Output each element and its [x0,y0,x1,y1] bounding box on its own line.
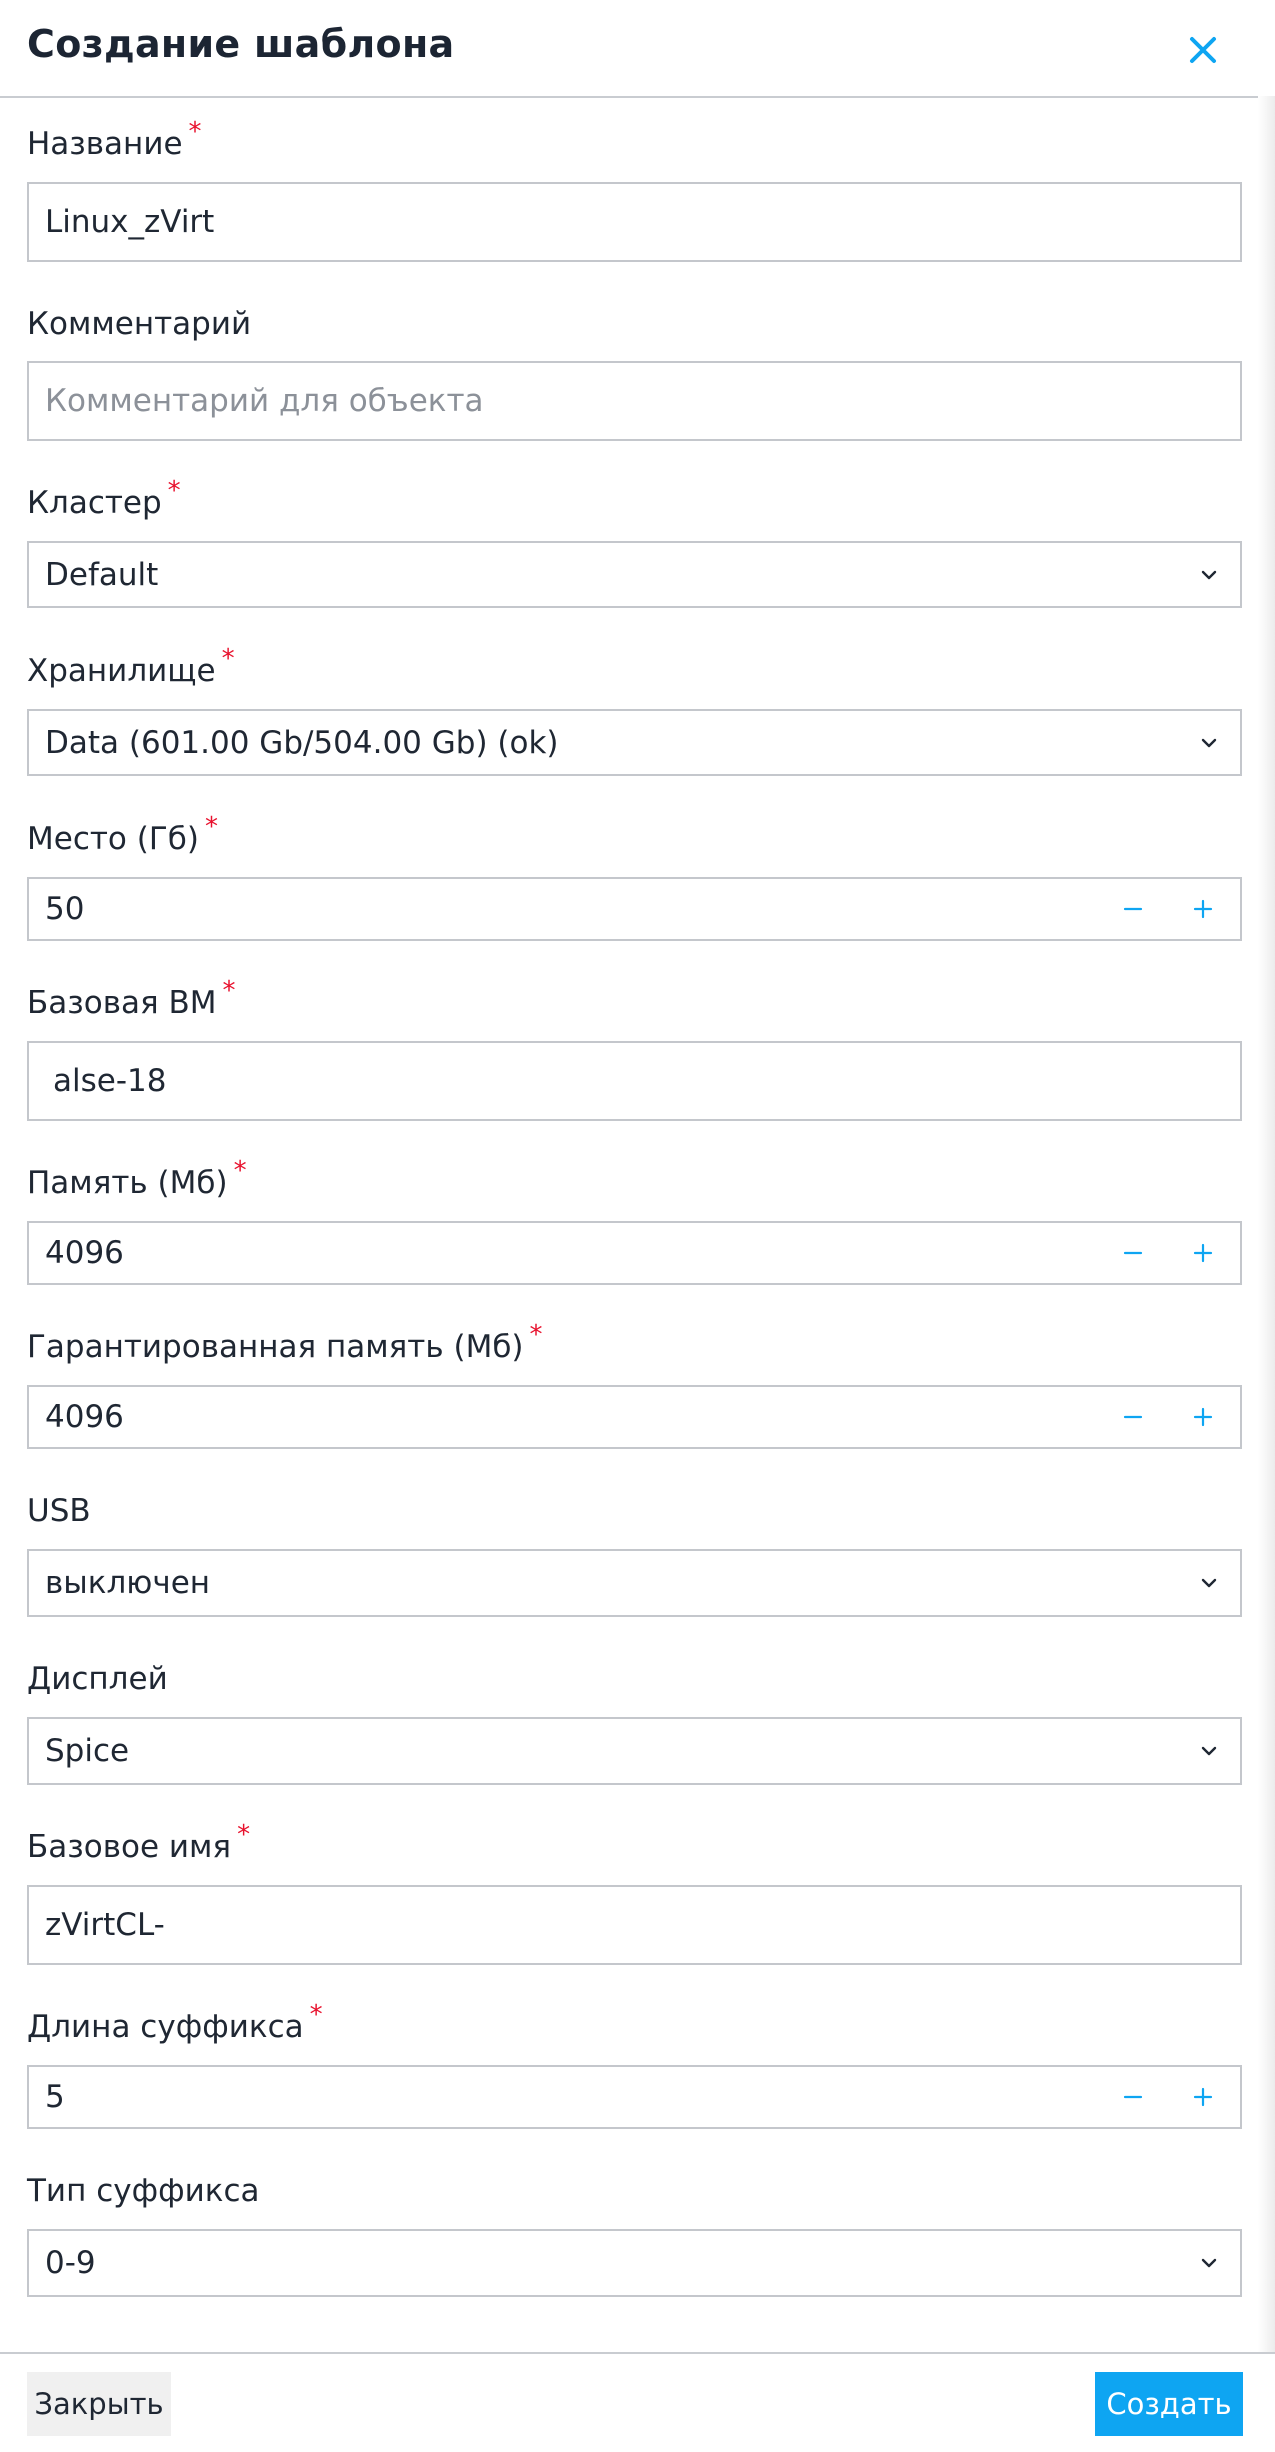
usb-label: USB [27,1493,91,1529]
chevron-down-icon [1201,1746,1217,1756]
create-button[interactable]: Создать [1095,2372,1243,2436]
dialog-footer: Закрыть Создать [0,2352,1275,2452]
minus-icon[interactable] [1122,898,1144,920]
minus-icon[interactable] [1122,1406,1144,1428]
guaranteed-memory-label: Гарантированная память (Мб) * [27,1320,543,1365]
suffix-type-select-value: 0-9 [45,2245,96,2281]
display-select[interactable]: Spice [27,1717,1242,1785]
cluster-select[interactable]: Default [27,541,1242,608]
guaranteed-memory-stepper-value: 4096 [45,1399,124,1435]
storage-select-value: Data (601.00 Gb/504.00 Gb) (ok) [45,724,559,761]
name-input[interactable]: Linux_zVirt [27,182,1242,262]
plus-icon[interactable] [1192,1406,1214,1428]
memory-label: Память (Мб) * [27,1156,247,1201]
required-marker: * [529,1320,543,1350]
required-marker: * [237,1820,251,1850]
comment-input-placeholder: Комментарий для объекта [45,383,484,419]
space-stepper-value: 50 [45,891,85,927]
close-icon[interactable] [1183,30,1223,70]
base-name-label: Базовое имя * [27,1820,251,1865]
base-vm-input-value: alse-18 [53,1063,167,1099]
chevron-down-icon [1201,738,1217,747]
comment-input[interactable]: Комментарий для объекта [27,361,1242,441]
storage-select[interactable]: Data (601.00 Gb/504.00 Gb) (ok) [27,709,1242,776]
usb-select-value: выключен [45,1565,211,1601]
chevron-down-icon [1201,1578,1217,1588]
dialog-title: Создание шаблона [27,22,455,66]
name-input-value: Linux_zVirt [45,204,215,240]
required-marker: * [233,1156,247,1186]
base-vm-input[interactable]: alse-18 [27,1041,1242,1121]
minus-icon[interactable] [1122,1242,1144,1264]
memory-stepper-value: 4096 [45,1235,124,1271]
name-label: Название * [27,117,202,162]
display-label: Дисплей [27,1661,168,1697]
base-name-input[interactable]: zVirtCL- [27,1885,1242,1965]
scrollbar-track [1258,96,1275,2352]
chevron-down-icon [1201,570,1217,579]
required-marker: * [167,476,181,506]
base-vm-label: Базовая ВМ * [27,976,236,1021]
memory-stepper[interactable]: 4096 [27,1221,1242,1285]
chevron-down-icon [1201,2258,1217,2268]
required-marker: * [309,2000,323,2030]
required-marker: * [204,812,218,842]
suffix-length-label: Длина суффикса * [27,2000,323,2045]
suffix-type-label: Тип суффикса [27,2173,260,2209]
minus-icon[interactable] [1122,2086,1144,2108]
required-marker: * [188,117,202,147]
base-name-input-value: zVirtCL- [45,1907,165,1943]
dialog-header: Создание шаблона [0,0,1258,98]
display-select-value: Spice [45,1733,130,1769]
space-stepper[interactable]: 50 [27,877,1242,941]
guaranteed-memory-stepper[interactable]: 4096 [27,1385,1242,1449]
plus-icon[interactable] [1192,2086,1214,2108]
close-button[interactable]: Закрыть [27,2372,171,2436]
required-marker: * [222,976,236,1006]
plus-icon[interactable] [1192,898,1214,920]
plus-icon[interactable] [1192,1242,1214,1264]
storage-label: Хранилище * [27,644,235,689]
space-label: Место (Гб) * [27,812,218,857]
required-marker: * [221,644,235,674]
cluster-select-value: Default [45,556,159,593]
usb-select[interactable]: выключен [27,1549,1242,1617]
cluster-label: Кластер * [27,476,181,521]
comment-label: Комментарий [27,306,252,342]
suffix-length-stepper-value: 5 [45,2079,65,2115]
suffix-type-select[interactable]: 0-9 [27,2229,1242,2297]
suffix-length-stepper[interactable]: 5 [27,2065,1242,2129]
